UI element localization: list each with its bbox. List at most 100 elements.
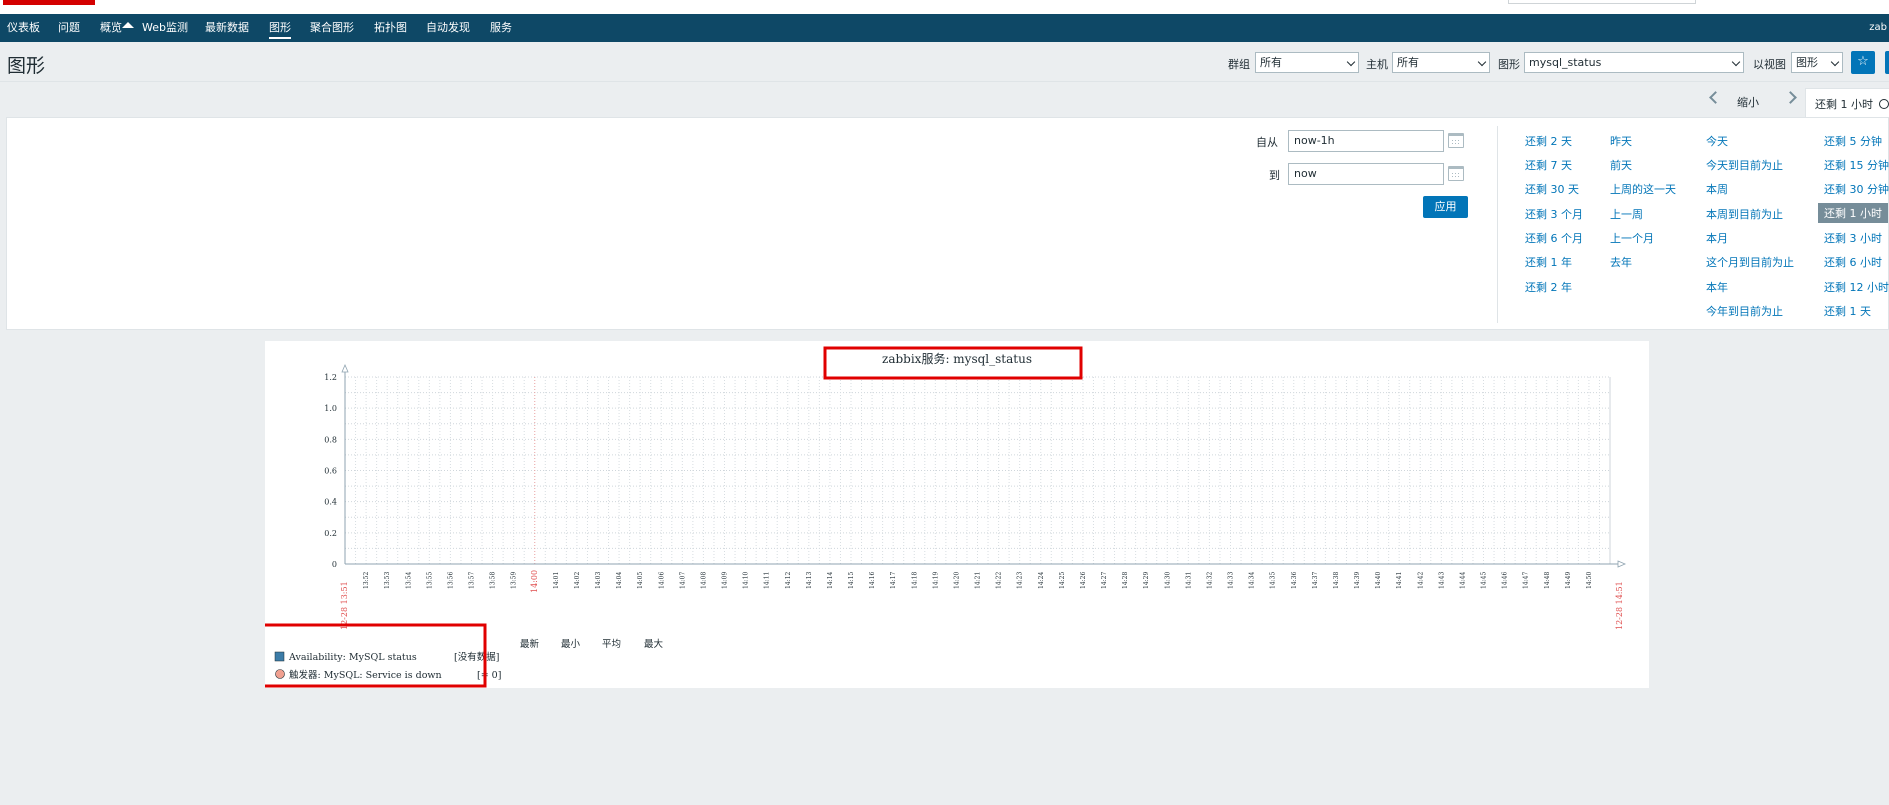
x-axis-arrow-icon (1617, 560, 1627, 568)
fullscreen-button[interactable] (1885, 51, 1889, 74)
group-select[interactable]: 所有 (1255, 52, 1359, 73)
nav-item-maps[interactable]: 拓扑图 (374, 14, 407, 42)
search-input[interactable] (1508, 0, 1696, 4)
x-tick-label: 14:07 (679, 572, 686, 589)
x-tick-label: 14:37 (1312, 572, 1319, 589)
quick-range-link[interactable]: 去年 (1610, 254, 1632, 270)
x-tick-label: 14:29 (1143, 572, 1150, 589)
y-tick-label: 1.2 (324, 373, 337, 382)
quick-range-link[interactable]: 还剩 2 天 (1525, 133, 1572, 149)
nav-user-text: zab (1869, 22, 1887, 33)
trigger-name: 触发器: MySQL: Service is down (289, 669, 442, 681)
x-tick-label: 14:04 (616, 572, 623, 589)
from-input-value: now-1h (1294, 134, 1335, 147)
nav-item-overview[interactable]: 概览 (100, 14, 122, 42)
chevron-down-icon (1346, 57, 1356, 67)
favourite-button[interactable]: ☆ (1851, 51, 1875, 74)
view-select[interactable]: 图形 (1791, 52, 1843, 73)
x-tick-label: 13:57 (469, 572, 476, 589)
x-tick-label: 14:35 (1270, 572, 1277, 589)
quick-range-link[interactable]: 今天到目前为止 (1706, 157, 1783, 173)
nav-item-graphs[interactable]: 图形 (269, 14, 291, 42)
time-range-tab[interactable]: 还剩 1 小时 (1805, 88, 1889, 118)
y-axis-arrow-icon (341, 363, 349, 373)
calendar-icon[interactable] (1448, 166, 1464, 181)
quick-range-link[interactable]: 还剩 30 分钟 (1824, 181, 1889, 197)
to-input[interactable]: now (1288, 163, 1444, 185)
y-tick-label: 0.8 (324, 435, 337, 444)
x-tick-label: 14:23 (1017, 572, 1024, 589)
quick-range-link[interactable]: 上周的这一天 (1610, 181, 1676, 197)
quick-range-link[interactable]: 本周 (1706, 181, 1728, 197)
star-icon: ☆ (1857, 54, 1869, 69)
group-label: 群组 (1228, 58, 1250, 71)
quick-range-link[interactable]: 还剩 30 天 (1525, 181, 1579, 197)
x-tick-label: 14:19 (932, 572, 939, 589)
quick-range-link[interactable]: 还剩 15 分钟 (1824, 157, 1889, 173)
quick-range-link[interactable]: 今年到目前为止 (1706, 303, 1783, 319)
x-tick-label: 14:21 (975, 572, 982, 589)
graph-select[interactable]: mysql_status (1524, 52, 1744, 73)
quick-range-link[interactable]: 还剩 1 天 (1824, 303, 1871, 319)
quick-range-link[interactable]: 还剩 6 小时 (1824, 254, 1882, 270)
quick-range-link[interactable]: 本周到目前为止 (1706, 206, 1783, 222)
x-tick-label: 14:33 (1228, 572, 1235, 589)
legend-header-max: 最大 (644, 638, 664, 650)
x-tick-label: 14:30 (1164, 572, 1171, 589)
x-tick-label: 14:48 (1544, 572, 1551, 589)
zoom-out-button[interactable]: 缩小 (1737, 94, 1759, 110)
y-tick-label: 0.6 (324, 467, 337, 476)
nav-item-dashboard[interactable]: 仪表板 (7, 14, 40, 42)
quick-range-link[interactable]: 本月 (1706, 230, 1728, 246)
nav-item-web[interactable]: Web监测 (142, 14, 188, 42)
x-tick-label: 14:10 (743, 572, 750, 589)
nav-item-discovery[interactable]: 自动发现 (426, 14, 470, 42)
x-tick-label: 14:11 (764, 572, 771, 589)
quick-range-link[interactable]: 还剩 1 年 (1525, 254, 1572, 270)
x-tick-label: 13:59 (511, 572, 518, 589)
quick-range-link[interactable]: 本年 (1706, 279, 1728, 295)
quick-range-link[interactable]: 还剩 2 年 (1525, 279, 1572, 295)
host-select-value: 所有 (1397, 56, 1419, 69)
nav-item-problems[interactable]: 问题 (58, 14, 80, 42)
host-label: 主机 (1366, 58, 1388, 71)
nav-item-screens[interactable]: 聚合图形 (310, 14, 354, 42)
quick-range-link[interactable]: 还剩 6 个月 (1525, 230, 1583, 246)
nav-item-latest-data[interactable]: 最新数据 (205, 14, 249, 42)
quick-range-link[interactable]: 还剩 5 分钟 (1824, 133, 1882, 149)
x-tick-label: 14:20 (953, 572, 960, 589)
quick-range-link-selected[interactable]: 还剩 1 小时 (1818, 203, 1888, 223)
x-tick-label: 14:12 (785, 572, 792, 589)
x-start-label: 12-28 13:51 (340, 581, 349, 630)
y-tick-label: 1.0 (324, 404, 337, 413)
series-color-swatch (274, 651, 285, 662)
from-input[interactable]: now-1h (1288, 130, 1444, 152)
view-select-value: 图形 (1796, 56, 1818, 69)
quick-range-link[interactable]: 前天 (1610, 157, 1632, 173)
nav-item-services[interactable]: 服务 (490, 14, 512, 42)
quick-range-link[interactable]: 还剩 12 小时 (1824, 279, 1889, 295)
apply-button[interactable]: 应用 (1423, 196, 1468, 218)
quick-range-link[interactable]: 昨天 (1610, 133, 1632, 149)
quick-range-link[interactable]: 上一个月 (1610, 230, 1654, 246)
zabbix-logo[interactable] (3, 0, 95, 5)
x-tick-label: 14:32 (1206, 572, 1213, 589)
x-tick-label: 14:14 (827, 572, 834, 589)
x-tick-label: 14:39 (1354, 572, 1361, 589)
x-tick-label: 14:05 (637, 572, 644, 589)
legend-header-last: 最新 (520, 638, 540, 650)
x-tick-label: 14:06 (658, 572, 665, 589)
x-tick-label: 14:46 (1502, 572, 1509, 589)
quick-range-link[interactable]: 还剩 3 个月 (1525, 206, 1583, 222)
quick-range-link[interactable]: 还剩 7 天 (1525, 157, 1572, 173)
chevron-right-icon[interactable] (1784, 91, 1797, 104)
quick-range-link[interactable]: 还剩 3 小时 (1824, 230, 1882, 246)
chevron-left-icon[interactable] (1709, 91, 1722, 104)
quick-range-link[interactable]: 上一周 (1610, 206, 1643, 222)
quick-range-link[interactable]: 这个月到目前为止 (1706, 254, 1794, 270)
x-tick-label: 13:58 (490, 572, 497, 589)
chevron-down-icon (1731, 57, 1741, 67)
host-select[interactable]: 所有 (1392, 52, 1490, 73)
quick-range-link[interactable]: 今天 (1706, 133, 1728, 149)
calendar-icon[interactable] (1448, 133, 1464, 148)
